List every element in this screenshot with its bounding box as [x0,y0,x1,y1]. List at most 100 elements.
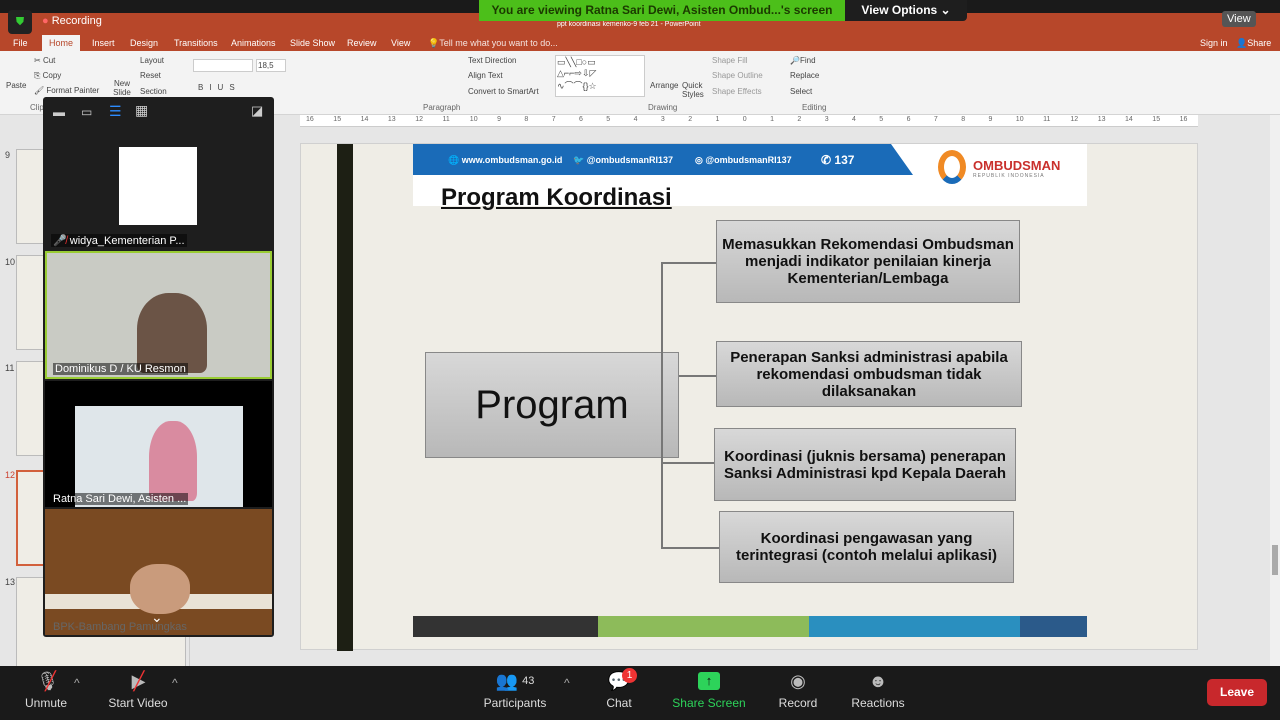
tab-slide-show[interactable]: Slide Show [290,38,335,48]
sign-in-link[interactable]: Sign in [1200,38,1228,48]
ruler-tick: 14 [360,116,369,123]
align-text-button[interactable]: Align Text [468,71,503,80]
strip-view-icon[interactable]: ☰ [109,103,122,120]
shape-fill-button[interactable]: Shape Fill [712,56,748,65]
ruler-tick: 16 [1179,116,1188,123]
participants-icon: 👥 43 [495,670,535,691]
ruler-tick: 16 [306,116,314,123]
thumb-number: 13 [5,577,16,587]
person-icon: 👤 [1236,38,1248,48]
ruler-tick: 3 [660,116,665,123]
start-video-button[interactable]: ▶ ╱ Start Video [104,666,172,720]
select-button[interactable]: Select [790,87,812,96]
participants-caret-icon[interactable]: ^ [564,676,570,690]
font-size-field[interactable]: 18,5 [256,59,286,72]
cut-label: Cut [42,56,56,65]
scrollbar-thumb[interactable] [1272,545,1278,575]
ruler-tick: 11 [442,116,450,123]
tab-animations[interactable]: Animations [231,38,276,48]
section-button[interactable]: Section [140,87,167,96]
participants-count: 43 [522,675,535,687]
speaker-view-icon[interactable]: ▭ [81,105,92,119]
shape-outline-button[interactable]: Shape Outline [712,71,763,80]
arrange-button[interactable]: Arrange [650,81,678,90]
tab-transitions[interactable]: Transitions [174,38,218,48]
copy-label: Copy [42,71,62,80]
audio-options-caret-icon[interactable]: ^ [74,676,80,690]
participant-name: 🎤̸ widya_Kementerian P... [51,234,187,247]
shapes-gallery[interactable]: ▭╲╲□○▭ △⌐⌐⇨⇩◸ ∿⌒⌒{}☆ [555,55,645,97]
ruler-tick: 8 [524,116,529,123]
record-label: Record [778,696,818,710]
new-slide-button[interactable]: New Slide [110,79,134,97]
share-button[interactable]: 👤Share [1236,38,1271,49]
record-button[interactable]: ◉ Record [776,666,820,720]
viewing-banner: You are viewing Ratna Sari Dewi, Asisten… [479,0,845,21]
group-drawing: Drawing [648,103,678,112]
view-button[interactable]: View [1222,11,1256,27]
ruler-tick: 1 [715,116,720,123]
format-painter-button[interactable]: 🖌 Format Painter [34,86,99,95]
cut-button[interactable]: ✂ Cut [34,56,55,65]
connector-line [661,547,719,549]
share-screen-button[interactable]: ↑ Share Screen [670,666,748,720]
group-editing: Editing [802,103,827,112]
unmute-button[interactable]: 🎙 ╱ Unmute [18,666,74,720]
view-options-button[interactable]: View Options ⌄ [845,0,967,21]
video-options-caret-icon[interactable]: ^ [172,676,178,690]
tab-view[interactable]: View [391,38,410,48]
video-tile[interactable]: Ratna Sari Dewi, Asisten ... [45,381,272,507]
program-item-box: Koordinasi pengawasan yang terintegrasi … [719,511,1014,583]
window-title: ppt koordinasi kemenko-9 feb 21 - PowerP… [557,21,701,28]
tab-insert[interactable]: Insert [92,38,115,48]
video-tile-active-speaker[interactable]: Dominikus D / KU Resmon [45,251,272,379]
vertical-scrollbar[interactable] [1270,115,1280,666]
replace-button[interactable]: Replace [790,71,819,80]
video-tile[interactable]: 🎤̸ widya_Kementerian P... [45,123,272,249]
recording-label: Recording [51,15,102,27]
scroll-down-chevron-icon[interactable]: ⌄ [151,609,163,626]
font-name-field[interactable] [193,59,253,72]
quick-styles-button[interactable]: Quick Styles [682,81,706,99]
reactions-icon: ☻ [868,670,888,691]
tab-file[interactable]: File [13,38,28,48]
leave-button[interactable]: Leave [1207,679,1267,706]
convert-smartart-button[interactable]: Convert to SmartArt [468,87,539,96]
find-button[interactable]: 🔎Find [790,56,816,65]
ruler-tick: 9 [988,116,993,123]
layout-button[interactable]: Layout [140,56,164,65]
pop-out-icon[interactable]: ◪ [251,103,263,119]
reactions-button[interactable]: ☻ Reactions [848,666,908,720]
chat-button[interactable]: 💬 1 Chat [598,666,640,720]
participant-video [137,293,207,373]
ruler-tick: 1 [770,116,774,123]
ruler-tick: 7 [551,116,556,123]
text-direction-button[interactable]: Text Direction [468,56,516,65]
tab-review[interactable]: Review [347,38,377,48]
participant-video [119,147,197,225]
slide-canvas[interactable]: 🌐 www.ombudsman.go.id 🐦 @ombudsmanRI137 … [300,143,1198,651]
gallery-view-icon[interactable]: ▦ [135,102,148,119]
participant-name: BPK-Bambang Pamungkas [53,621,187,633]
program-box: Program [425,352,679,458]
tab-design[interactable]: Design [130,38,158,48]
minimize-icon[interactable]: ▬ [53,105,65,119]
horizontal-ruler: 16 15 14 13 12 11 10 9 8 7 6 5 4 3 2 1 0 1 2 3 4 5 6 7 8 9 10 11 12 1… [300,115,1198,127]
shape-effects-button[interactable]: Shape Effects [712,87,762,96]
video-tile[interactable]: BPK-Bambang Pamungkas ⌄ [45,509,272,635]
paste-button[interactable]: Paste [6,81,26,90]
participants-button[interactable]: 👥 43 Participants [480,666,550,720]
reset-button[interactable]: Reset [140,71,161,80]
ruler-tick: 7 [933,116,938,123]
font-format-buttons[interactable]: BIUS [198,83,241,92]
copy-button[interactable]: ⎘ Copy [34,71,61,81]
ruler-tick: 10 [469,116,478,123]
ruler-tick: 0 [742,116,747,123]
tell-me-search[interactable]: 💡Tell me what you want to do... [428,38,558,49]
ruler-tick: 11 [1043,116,1051,123]
phone-text: ✆ 137 [821,153,855,167]
tab-home[interactable]: Home [42,35,81,51]
slide-footer-bar [413,616,1087,637]
recording-indicator[interactable]: ● Recording [42,15,102,27]
thumb-number: 12 [5,470,16,480]
